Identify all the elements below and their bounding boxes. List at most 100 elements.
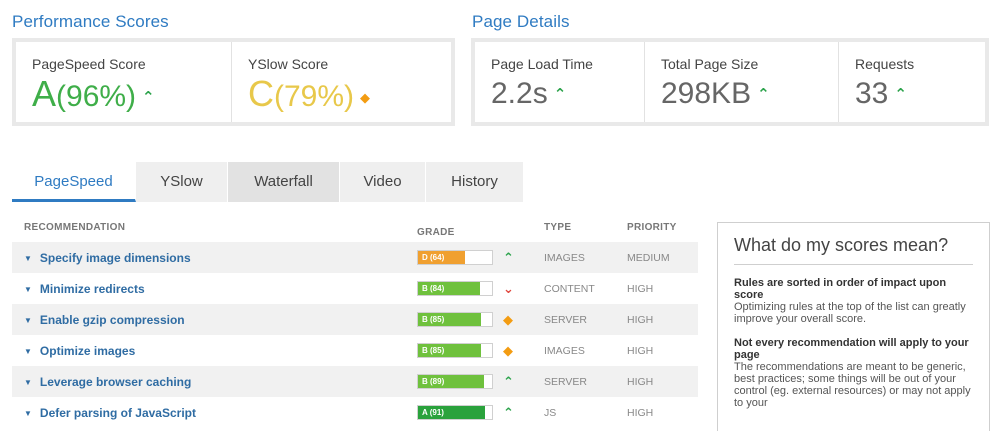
- caret-down-icon[interactable]: ▼: [24, 285, 32, 294]
- recommendation-cell[interactable]: ▼ Optimize images: [12, 344, 417, 358]
- yslow-grade-percent: (79%): [274, 80, 355, 113]
- page-details-title: Page Details: [472, 12, 570, 31]
- tab-history[interactable]: History: [426, 162, 524, 202]
- header-grade: GRADE: [417, 226, 455, 238]
- grade-bar: D (64): [417, 250, 493, 265]
- recommendations-table: RECOMMENDATION GRADE TYPE PRIORITY ▼ Spec…: [12, 222, 698, 428]
- requests-box: Requests 33 ⌃: [839, 42, 985, 122]
- grade-bar-fill: D (64): [418, 251, 466, 264]
- grade-bar-fill: B (84): [418, 282, 481, 295]
- requests-label: Requests: [855, 56, 915, 72]
- priority-cell: HIGH: [627, 406, 654, 419]
- priority-cell: HIGH: [627, 344, 654, 357]
- requests-value: 33: [855, 77, 889, 110]
- report-tabs: PageSpeed YSlow Waterfall Video History: [12, 162, 524, 202]
- performance-scores-panel: PageSpeed Score A (96%) ⌃ YSlow Score C …: [12, 38, 455, 126]
- table-row[interactable]: ▼ Optimize images B (85) ◆ IMAGES HIGH: [12, 335, 698, 366]
- page-load-time-value: 2.2s: [491, 77, 548, 110]
- table-row[interactable]: ▼ Leverage browser caching B (89) ⌃ SERVER HI…: [12, 366, 698, 397]
- total-page-size-label: Total Page Size: [661, 56, 759, 72]
- grade-cell: B (85) ◆: [417, 312, 544, 328]
- page-load-time-label: Page Load Time: [491, 56, 593, 72]
- grade-bar-fill: A (91): [418, 406, 486, 419]
- grade-cell: B (89) ⌃: [417, 374, 544, 390]
- header-priority: PRIORITY: [627, 222, 677, 233]
- diamond-icon: ◆: [503, 342, 513, 358]
- diamond-icon: ◆: [503, 311, 513, 327]
- recommendation-name[interactable]: Specify image dimensions: [40, 251, 191, 265]
- pagespeed-score-box: PageSpeed Score A (96%) ⌃: [16, 42, 232, 122]
- help-heading-1: Rules are sorted in order of impact upon…: [734, 277, 947, 301]
- caret-down-icon[interactable]: ▼: [24, 254, 32, 263]
- scores-help-title: What do my scores mean?: [734, 235, 973, 265]
- pagespeed-grade-percent: (96%): [56, 80, 137, 113]
- caret-down-icon[interactable]: ▼: [24, 409, 32, 418]
- table-row[interactable]: ▼ Defer parsing of JavaScript A (91) ⌃ JS HIG…: [12, 397, 698, 428]
- header-recommendation: RECOMMENDATION: [24, 222, 126, 233]
- table-row[interactable]: ▼ Specify image dimensions D (64) ⌃ IMAGES ME…: [12, 242, 698, 273]
- grade-cell: B (84) ⌄: [417, 281, 544, 297]
- grade-bar: B (85): [417, 343, 493, 358]
- recommendation-name[interactable]: Minimize redirects: [40, 282, 145, 296]
- tab-pagespeed[interactable]: PageSpeed: [12, 162, 136, 202]
- grade-cell: A (91) ⌃: [417, 405, 544, 421]
- chevron-up-icon: ⌃: [503, 404, 514, 420]
- priority-cell: HIGH: [627, 282, 654, 295]
- chevron-up-icon: ⌃: [503, 249, 514, 265]
- recommendation-cell[interactable]: ▼ Enable gzip compression: [12, 313, 417, 327]
- recommendation-name[interactable]: Leverage browser caching: [40, 375, 191, 389]
- type-cell: SERVER: [544, 313, 587, 326]
- performance-scores-title: Performance Scores: [12, 12, 169, 31]
- type-cell: IMAGES: [544, 251, 585, 264]
- recommendation-cell[interactable]: ▼ Minimize redirects: [12, 282, 417, 296]
- type-cell: SERVER: [544, 375, 587, 388]
- chevron-down-icon: ⌄: [503, 280, 514, 296]
- table-row[interactable]: ▼ Enable gzip compression B (85) ◆ SERVER HIG…: [12, 304, 698, 335]
- tab-video[interactable]: Video: [340, 162, 426, 202]
- yslow-grade-letter: C: [248, 73, 274, 114]
- grade-bar: A (91): [417, 405, 493, 420]
- priority-cell: HIGH: [627, 375, 654, 388]
- recommendation-cell[interactable]: ▼ Leverage browser caching: [12, 375, 417, 389]
- type-cell: IMAGES: [544, 344, 585, 357]
- caret-down-icon[interactable]: ▼: [24, 378, 32, 387]
- total-page-size-box: Total Page Size 298KB ⌃: [645, 42, 839, 122]
- chevron-up-icon: ⌃: [553, 86, 567, 103]
- scores-help-panel: What do my scores mean? Rules are sorted…: [717, 222, 990, 431]
- yslow-score-box: YSlow Score C (79%) ◆: [232, 42, 451, 122]
- yslow-score-label: YSlow Score: [248, 56, 329, 72]
- tab-waterfall[interactable]: Waterfall: [228, 162, 340, 202]
- table-header: RECOMMENDATION GRADE TYPE PRIORITY: [12, 222, 698, 242]
- caret-down-icon[interactable]: ▼: [24, 316, 32, 325]
- recommendation-cell[interactable]: ▼ Specify image dimensions: [12, 251, 417, 265]
- recommendation-name[interactable]: Enable gzip compression: [40, 313, 185, 327]
- pagespeed-score-label: PageSpeed Score: [32, 56, 146, 72]
- caret-down-icon[interactable]: ▼: [24, 347, 32, 356]
- grade-cell: D (64) ⌃: [417, 250, 544, 266]
- grade-bar: B (89): [417, 374, 493, 389]
- pagespeed-grade-letter: A: [32, 73, 57, 114]
- recommendation-name[interactable]: Defer parsing of JavaScript: [40, 406, 196, 420]
- header-type: TYPE: [544, 222, 572, 233]
- grade-bar: B (85): [417, 312, 493, 327]
- grade-bar: B (84): [417, 281, 493, 296]
- page-load-time-box: Page Load Time 2.2s ⌃: [475, 42, 645, 122]
- help-text-2: The recommendations are meant to be gene…: [734, 361, 971, 409]
- table-row[interactable]: ▼ Minimize redirects B (84) ⌄ CONTENT HIGH: [12, 273, 698, 304]
- priority-cell: MEDIUM: [627, 251, 670, 264]
- chevron-up-icon: ⌃: [757, 86, 770, 103]
- grade-bar-fill: B (89): [418, 375, 484, 388]
- recommendation-cell[interactable]: ▼ Defer parsing of JavaScript: [12, 406, 417, 420]
- diamond-icon: ◆: [360, 90, 371, 105]
- chevron-up-icon: ⌃: [894, 86, 907, 103]
- chevron-up-icon: ⌃: [503, 373, 514, 389]
- grade-cell: B (85) ◆: [417, 343, 544, 359]
- type-cell: CONTENT: [544, 282, 595, 295]
- priority-cell: HIGH: [627, 313, 654, 326]
- help-text-1: Optimizing rules at the top of the list …: [734, 301, 966, 325]
- type-cell: JS: [544, 406, 557, 419]
- grade-bar-fill: B (85): [418, 313, 481, 326]
- recommendation-name[interactable]: Optimize images: [40, 344, 135, 358]
- tab-yslow[interactable]: YSlow: [136, 162, 228, 202]
- help-heading-2: Not every recommendation will apply to y…: [734, 337, 969, 361]
